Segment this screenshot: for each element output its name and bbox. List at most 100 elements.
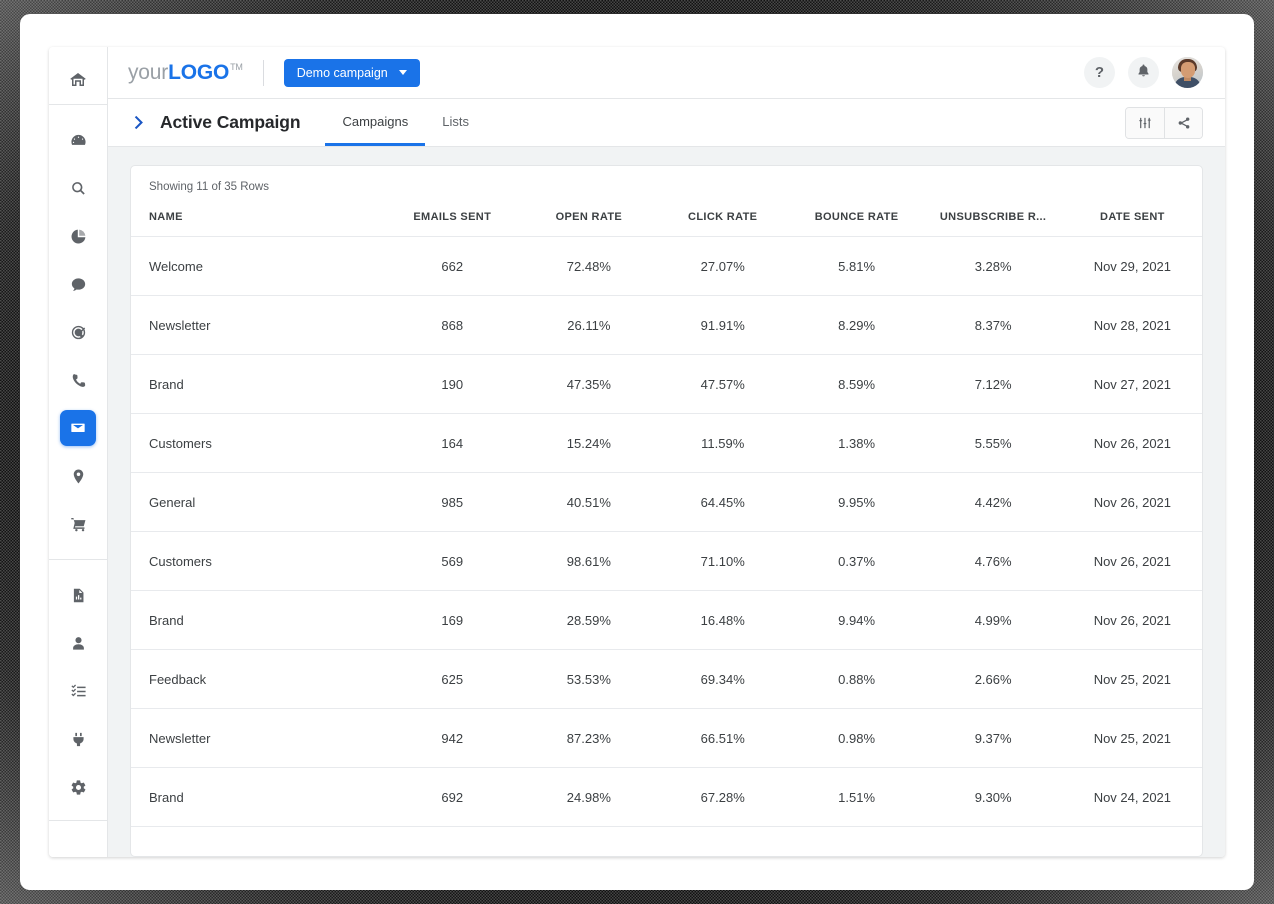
cell-bounce-rate: 1.38%: [789, 413, 924, 473]
chevron-right-icon: [130, 113, 149, 132]
tab-lists-label: Lists: [442, 113, 469, 129]
column-header-open-rate[interactable]: OPEN RATE: [521, 193, 656, 237]
tabbar-spacer: [486, 99, 1125, 146]
column-header-date-sent[interactable]: DATE SENT: [1062, 193, 1202, 237]
cell-unsubscribe-rate: 7.12%: [923, 354, 1063, 414]
logo-trademark: TM: [230, 61, 243, 72]
notifications-button[interactable]: [1128, 57, 1159, 88]
table-row[interactable]: Customers 164 15.24% 11.59% 1.38% 5.55% Nov 26…: [131, 413, 1202, 473]
cell-bounce-rate: 8.29%: [789, 295, 924, 355]
cell-unsubscribe-rate: 4.99%: [923, 590, 1063, 650]
sidebar-item-search[interactable]: [60, 170, 96, 206]
sidebar-item-integrations[interactable]: [60, 721, 96, 757]
share-button[interactable]: [1164, 107, 1202, 138]
pie-chart-icon: [70, 228, 87, 245]
cell-open-rate: 72.48%: [521, 236, 656, 296]
cell-bounce-rate: 9.95%: [789, 472, 924, 532]
cell-bounce-rate: 0.88%: [789, 649, 924, 709]
app-window: your LOGO TM Demo campaign ? Active Camp…: [49, 47, 1225, 857]
sidebar-group-main: [49, 116, 107, 548]
sidebar-item-reports[interactable]: [60, 577, 96, 613]
sidebar-item-contacts[interactable]: [60, 625, 96, 661]
table-row[interactable]: Newsletter 868 26.11% 91.91% 8.29% 8.37% Nov 2…: [131, 295, 1202, 355]
cell-name: Brand: [131, 354, 383, 414]
cell-emails-sent: 169: [382, 590, 522, 650]
columns-settings-button[interactable]: [1126, 107, 1164, 138]
cell-unsubscribe-rate: 4.42%: [923, 472, 1063, 532]
table-row[interactable]: General 985 40.51% 64.45% 9.95% 4.42% Nov 26, …: [131, 472, 1202, 532]
person-icon: [70, 635, 87, 652]
table-row[interactable]: Customers 569 98.61% 71.10% 0.37% 4.76% Nov 26…: [131, 531, 1202, 591]
row-count-label: Showing 11 of 35 Rows: [149, 181, 269, 193]
sidebar-item-locations[interactable]: [60, 458, 96, 494]
tab-campaigns[interactable]: Campaigns: [325, 99, 426, 146]
sidebar-item-calls[interactable]: [60, 362, 96, 398]
cell-emails-sent: 868: [382, 295, 522, 355]
campaigns-table: NAME EMAILS SENT OPEN RATE CLICK RATE BO…: [131, 193, 1202, 827]
help-button[interactable]: ?: [1084, 57, 1115, 88]
cell-click-rate: 69.34%: [655, 649, 790, 709]
sidebar-item-commerce[interactable]: [60, 506, 96, 542]
page-title: Active Campaign: [160, 112, 301, 132]
table-header: NAME EMAILS SENT OPEN RATE CLICK RATE BO…: [131, 193, 1202, 237]
sidebar-divider-1: [49, 104, 107, 105]
sidebar-item-analytics[interactable]: [60, 218, 96, 254]
user-avatar[interactable]: [1172, 57, 1203, 88]
sidebar-item-tasks[interactable]: [60, 673, 96, 709]
table-row[interactable]: Welcome 662 72.48% 27.07% 5.81% 3.28% Nov 29, …: [131, 236, 1202, 296]
cell-open-rate: 98.61%: [521, 531, 656, 591]
table-header-row: NAME EMAILS SENT OPEN RATE CLICK RATE BO…: [131, 193, 1202, 237]
shopping-cart-icon: [70, 516, 87, 533]
table-actions-group: [1125, 106, 1203, 139]
sliders-icon: [1138, 116, 1152, 130]
column-header-name[interactable]: NAME: [131, 193, 383, 237]
cell-open-rate: 47.35%: [521, 354, 656, 414]
cell-emails-sent: 164: [382, 413, 522, 473]
app-logo[interactable]: your LOGO TM: [128, 61, 243, 85]
cell-emails-sent: 985: [382, 472, 522, 532]
logo-text-your: your: [128, 60, 169, 84]
cell-name: Brand: [131, 767, 383, 827]
search-icon: [70, 180, 87, 197]
sidebar-item-support[interactable]: [60, 314, 96, 350]
column-header-emails-sent[interactable]: EMAILS SENT: [382, 193, 522, 237]
sidebar-item-settings[interactable]: [60, 769, 96, 805]
cell-bounce-rate: 8.59%: [789, 354, 924, 414]
document-chart-icon: [70, 587, 87, 604]
tab-lists[interactable]: Lists: [425, 99, 486, 146]
cell-name: Welcome: [131, 236, 383, 296]
cell-emails-sent: 662: [382, 236, 522, 296]
tab-campaigns-label: Campaigns: [342, 113, 409, 129]
table-row[interactable]: Feedback 625 53.53% 69.34% 0.88% 2.66% Nov 25,…: [131, 649, 1202, 709]
header-divider: [262, 59, 264, 86]
main-area: your LOGO TM Demo campaign ? Active Camp…: [108, 47, 1225, 857]
cell-open-rate: 24.98%: [521, 767, 656, 827]
envelope-icon: [70, 420, 86, 436]
table-row[interactable]: Brand 692 24.98% 67.28% 1.51% 9.30% Nov 24, 20…: [131, 767, 1202, 827]
cell-bounce-rate: 0.37%: [789, 531, 924, 591]
sidebar-item-home[interactable]: [60, 62, 96, 98]
cell-click-rate: 91.91%: [655, 295, 790, 355]
table-row[interactable]: Brand 169 28.59% 16.48% 9.94% 4.99% Nov 26, 20…: [131, 590, 1202, 650]
sidebar-item-messages[interactable]: [60, 266, 96, 302]
column-header-bounce-rate[interactable]: BOUNCE RATE: [789, 193, 924, 237]
cell-date-sent: Nov 24, 2021: [1062, 767, 1202, 827]
phone-icon: [70, 372, 87, 389]
cell-emails-sent: 625: [382, 649, 522, 709]
bell-icon: [1136, 63, 1151, 82]
table-row[interactable]: Brand 190 47.35% 47.57% 8.59% 7.12% Nov 27, 20…: [131, 354, 1202, 414]
cell-date-sent: Nov 27, 2021: [1062, 354, 1202, 414]
cell-click-rate: 66.51%: [655, 708, 790, 768]
cell-click-rate: 27.07%: [655, 236, 790, 296]
sidebar-item-email[interactable]: [60, 410, 96, 446]
cell-date-sent: Nov 25, 2021: [1062, 708, 1202, 768]
cell-emails-sent: 692: [382, 767, 522, 827]
campaign-selector-button[interactable]: Demo campaign: [283, 58, 420, 87]
column-header-unsubscribe-rate[interactable]: UNSUBSCRIBE R...: [923, 193, 1063, 237]
cell-emails-sent: 942: [382, 708, 522, 768]
cell-unsubscribe-rate: 5.55%: [923, 413, 1063, 473]
table-row[interactable]: Newsletter 942 87.23% 66.51% 0.98% 9.37% Nov 2…: [131, 708, 1202, 768]
cell-unsubscribe-rate: 9.30%: [923, 767, 1063, 827]
sidebar-item-dashboard[interactable]: [60, 122, 96, 158]
column-header-click-rate[interactable]: CLICK RATE: [655, 193, 790, 237]
